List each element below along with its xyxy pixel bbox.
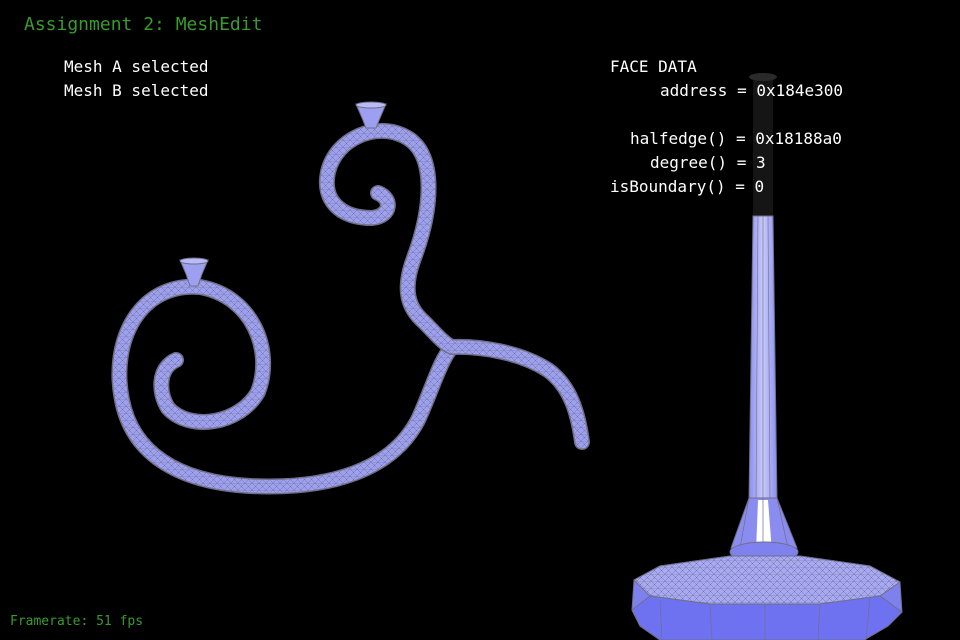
face-degree: degree() = 3 [650,153,766,172]
face-is-boundary: isBoundary() = 0 [610,177,765,196]
framerate-label: Framerate: 51 fps [10,614,144,629]
face-address: address = 0x184e300 [660,81,844,100]
mesh-b-selected-label: Mesh B selected [64,81,209,100]
mesh-b-spiral[interactable] [318,101,590,450]
app-title: Assignment 2: MeshEdit [24,14,263,35]
face-halfedge: halfedge() = 0x18188a0 [630,129,842,148]
face-data-heading: FACE DATA [610,57,697,76]
mesh-a-selected-label: Mesh A selected [64,57,209,76]
